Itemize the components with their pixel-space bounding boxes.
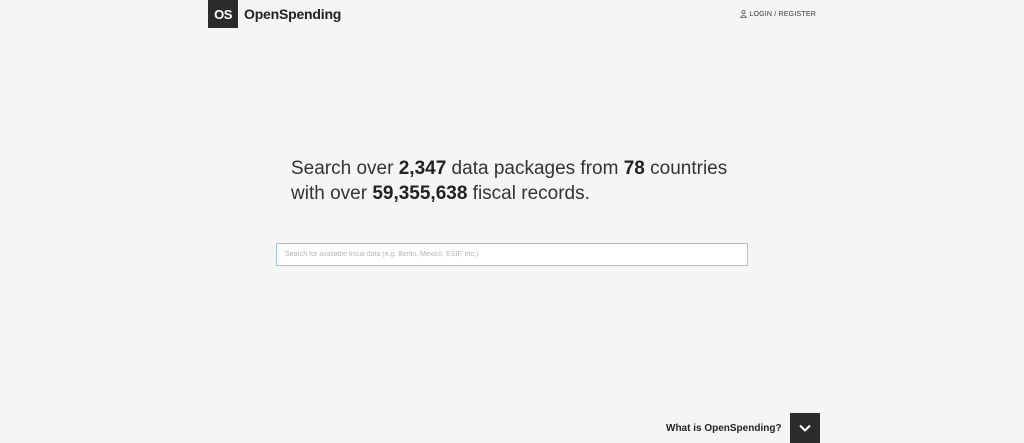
headline: Search over 2,347 data packages from 78 … [291,156,751,206]
chevron-down-icon [798,424,811,432]
what-is-openspending-label: What is OpenSpending? [666,422,782,434]
headline-line-1: Search over 2,347 data packages from 78 … [291,156,751,181]
login-register-link[interactable]: LOGIN / REGISTER [740,10,816,18]
login-register-label: LOGIN / REGISTER [749,10,816,18]
logo: OS [208,0,238,28]
headline-text: data packages from [446,158,624,179]
headline-line-2: with over 59,355,638 fiscal records. [291,181,751,206]
countries-count: 78 [623,158,645,179]
records-count: 59,355,638 [372,183,468,204]
headline-text: fiscal records. [467,183,590,204]
brand-home-link[interactable]: OS OpenSpending [208,0,341,28]
search-container [276,243,748,266]
header: OS OpenSpending LOGIN / REGISTER [208,0,816,28]
search-input[interactable] [276,243,748,266]
packages-count: 2,347 [398,158,447,179]
headline-text: Search over [291,158,399,179]
brand-name: OpenSpending [244,6,342,22]
logo-text: OS [214,6,232,22]
headline-text: countries [644,158,728,179]
headline-text: with over [291,183,373,204]
user-icon [740,10,747,18]
page: OS OpenSpending LOGIN / REGISTER Search … [0,0,1024,443]
what-is-openspending[interactable]: What is OpenSpending? [666,413,820,443]
scroll-down-button[interactable] [789,413,820,443]
